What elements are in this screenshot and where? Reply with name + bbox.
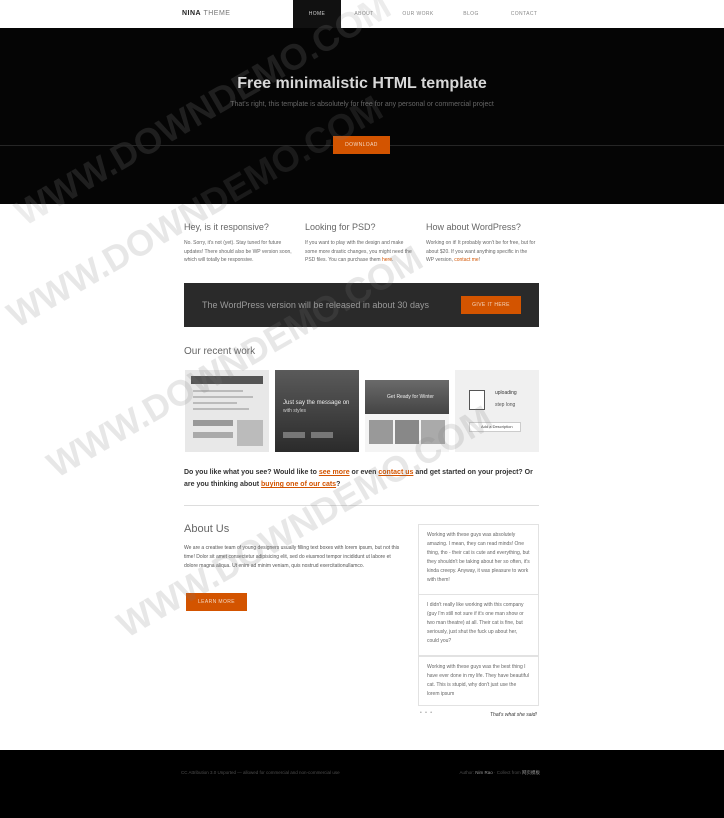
thumb-image bbox=[369, 420, 393, 444]
main-nav: HOME ABOUT OUR WORK BLOG CONTACT bbox=[293, 0, 555, 28]
thumb-header bbox=[191, 376, 263, 384]
testimonial-card: Working with these guys was absolutely a… bbox=[418, 524, 539, 596]
collect-label: · Collect from bbox=[492, 770, 522, 775]
feature-title: How about WordPress? bbox=[426, 222, 521, 232]
feature-title: Hey, is it responsive? bbox=[184, 222, 269, 232]
feature-text: No. Sorry, it's not (yet). Stay tuned fo… bbox=[184, 239, 294, 265]
thumb-image bbox=[395, 420, 419, 444]
contact-us-link[interactable]: contact us bbox=[378, 469, 413, 476]
nav-contact[interactable]: CONTACT bbox=[493, 0, 555, 28]
nav-our-work[interactable]: OUR WORK bbox=[387, 0, 449, 28]
feature-body: Working on it! It probably won't be for … bbox=[426, 240, 536, 263]
thumb-block bbox=[193, 432, 233, 438]
brand-name: NINA bbox=[182, 10, 202, 17]
testimonial-tagline: That's what she said! bbox=[490, 712, 537, 718]
wordpress-banner: The WordPress version will be released i… bbox=[184, 283, 539, 327]
section-divider bbox=[184, 505, 539, 506]
hero-title: Free minimalistic HTML template bbox=[237, 75, 487, 92]
cta-part: Do you like what you see? Would like to bbox=[184, 469, 319, 476]
feature-text: Working on it! It probably won't be for … bbox=[426, 240, 536, 263]
brand-suffix: THEME bbox=[201, 10, 231, 17]
feature-body: If you want to play with the design and … bbox=[305, 240, 412, 263]
portfolio-thumb-3[interactable]: Get Ready for Winter bbox=[365, 370, 449, 452]
thumb-line bbox=[193, 390, 243, 392]
nav-blog[interactable]: BLOG bbox=[449, 0, 493, 28]
feature-responsive: Hey, is it responsive? No. Sorry, it's n… bbox=[184, 222, 294, 265]
brand-logo[interactable]: NINA THEME bbox=[182, 10, 230, 17]
about-text: We are a creative team of young designer… bbox=[184, 545, 400, 569]
author-name[interactable]: Nim Rao bbox=[475, 770, 493, 775]
testimonial-card: I didn't really like working with this c… bbox=[418, 594, 539, 656]
hero-section: WWW.DOWNDEMO.COM Free minimalistic HTML … bbox=[0, 0, 724, 234]
portfolio-thumb-2[interactable]: Just say the message on with styles bbox=[275, 370, 359, 452]
thumb-line bbox=[193, 402, 237, 404]
watermark-text: WWW.DOWNDEMO.COM bbox=[8, 0, 398, 234]
feature-body: No. Sorry, it's not (yet). Stay tuned fo… bbox=[184, 240, 292, 263]
banner-text: The WordPress version will be released i… bbox=[202, 300, 429, 310]
thumb-button-label: Add a Description bbox=[481, 424, 513, 429]
thumb-button bbox=[311, 432, 333, 438]
nav-about[interactable]: ABOUT bbox=[341, 0, 387, 28]
portfolio-thumb-4[interactable]: uploading step long Add a Description bbox=[455, 370, 539, 452]
source-site-link[interactable]: 网页模板 bbox=[522, 770, 540, 775]
feature-text: If you want to play with the design and … bbox=[305, 240, 412, 263]
author-credit: Author: Nim Rao · Collect from 网页模板 bbox=[459, 770, 540, 776]
thumb-caption: Just say the message on bbox=[283, 400, 350, 406]
contact-me-link[interactable]: contact me bbox=[454, 257, 478, 263]
thumb-line bbox=[193, 396, 253, 398]
hero-divider-left bbox=[0, 145, 333, 146]
thumb-caption-sub: with styles bbox=[283, 408, 307, 414]
learn-more-button[interactable]: LEARN MORE bbox=[186, 593, 247, 611]
nav-home[interactable]: HOME bbox=[293, 0, 341, 28]
feature-title: Looking for PSD? bbox=[305, 222, 376, 232]
footer: CC Attribution 3.0 Unported — allowed fo… bbox=[0, 750, 724, 818]
portfolio-thumb-1[interactable] bbox=[185, 370, 269, 452]
testimonial-pager[interactable]: • • • bbox=[420, 710, 433, 716]
cta-part: ? bbox=[336, 481, 341, 488]
thumb-line bbox=[193, 408, 249, 410]
license-text: CC Attribution 3.0 Unported — allowed fo… bbox=[181, 770, 340, 775]
thumb-caption-sub: step long bbox=[495, 402, 516, 408]
feature-wordpress: How about WordPress? Working on it! It p… bbox=[426, 222, 536, 265]
testimonial-card: Working with these guys was the best thi… bbox=[418, 656, 539, 706]
feature-psd: Looking for PSD? If you want to play wit… bbox=[305, 222, 415, 265]
thumb-image bbox=[421, 420, 445, 444]
hero-subtitle: That's right, this template is absolutel… bbox=[230, 101, 494, 108]
thumb-block bbox=[193, 420, 233, 426]
give-it-here-button[interactable]: GIVE IT HERE bbox=[461, 296, 521, 314]
author-label: Author: bbox=[459, 770, 476, 775]
see-more-link[interactable]: see more bbox=[319, 469, 350, 476]
thumb-image bbox=[237, 420, 263, 446]
buy-cats-link[interactable]: buying one of our cats bbox=[261, 481, 336, 488]
thumb-caption: uploading bbox=[495, 390, 517, 396]
download-button[interactable]: DOWNLOAD bbox=[333, 136, 390, 154]
document-icon bbox=[469, 390, 485, 410]
thumb-button bbox=[283, 432, 305, 438]
recent-work-title: Our recent work bbox=[184, 346, 256, 357]
cta-text: Do you like what you see? Would like to … bbox=[184, 467, 542, 491]
hero-divider-right bbox=[390, 145, 724, 146]
cta-part: or even bbox=[349, 469, 379, 476]
purchase-psd-link[interactable]: here bbox=[382, 257, 392, 263]
thumb-header bbox=[365, 370, 449, 380]
top-navigation: NINA THEME HOME ABOUT OUR WORK BLOG CONT… bbox=[0, 0, 724, 28]
about-title: About Us bbox=[184, 523, 230, 535]
thumb-caption: Get Ready for Winter bbox=[387, 394, 434, 400]
